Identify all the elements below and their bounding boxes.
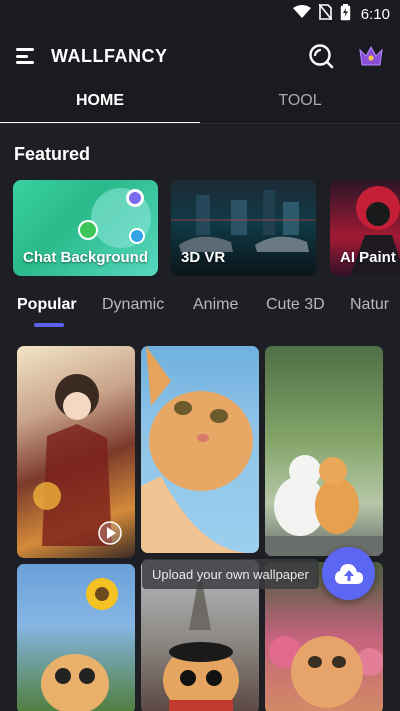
category-dynamic[interactable]: Dynamic [102, 296, 164, 314]
crown-icon[interactable] [358, 44, 384, 68]
status-bar: 6:10 [0, 0, 400, 28]
category-popular[interactable]: Popular [17, 296, 77, 314]
wallpaper-tile-anime[interactable] [17, 346, 135, 558]
category-anime[interactable]: Anime [193, 296, 238, 314]
tab-home[interactable]: HOME [0, 84, 200, 124]
battery-charging-icon [340, 3, 351, 25]
no-sim-icon [318, 3, 333, 24]
category-nature[interactable]: Natur [350, 296, 389, 314]
app-title: WALLFANCY [51, 45, 168, 66]
cat-wallpaper-image [141, 346, 253, 553]
featured-card-chat-background[interactable]: Chat Background [13, 180, 158, 276]
category-cute-3d[interactable]: Cute 3D [266, 296, 325, 314]
menu-icon[interactable] [16, 48, 36, 64]
wallpaper-grid [17, 346, 383, 711]
category-active-indicator [34, 323, 64, 327]
featured-card-ai-paint[interactable]: AI Paint [330, 180, 400, 276]
kittens-wallpaper-image [265, 455, 383, 556]
wallpaper-tile-kittens[interactable] [265, 346, 383, 556]
upload-wallpaper-button[interactable] [322, 547, 375, 600]
app-bar: WALLFANCY [0, 28, 400, 84]
wifi-icon [292, 5, 311, 23]
status-time: 6:10 [360, 5, 390, 23]
cloud-upload-icon [334, 563, 363, 584]
anime-wallpaper-image [33, 374, 122, 546]
top-tabs: HOME TOOL [0, 84, 400, 124]
featured-heading: Featured [14, 144, 91, 164]
tab-tool[interactable]: TOOL [200, 84, 400, 124]
featured-carousel: Chat Background 3D VR AI Paint [13, 180, 400, 276]
wallpaper-tile-cat[interactable] [141, 346, 259, 553]
featured-card-label: Chat Background [23, 249, 149, 266]
tabs-divider [0, 123, 400, 124]
upload-tooltip: Upload your own wallpaper [142, 559, 319, 589]
wallpaper-tile-cat-sunglasses[interactable] [17, 564, 135, 711]
featured-card-label: AI Paint [340, 249, 396, 266]
category-tabs: Popular Dynamic Anime Cute 3D Natur [0, 296, 400, 326]
search-icon[interactable] [308, 43, 334, 69]
sunflower-cat-image [41, 578, 118, 711]
featured-card-3d-vr[interactable]: 3D VR [171, 180, 316, 276]
featured-card-label: 3D VR [181, 249, 226, 266]
